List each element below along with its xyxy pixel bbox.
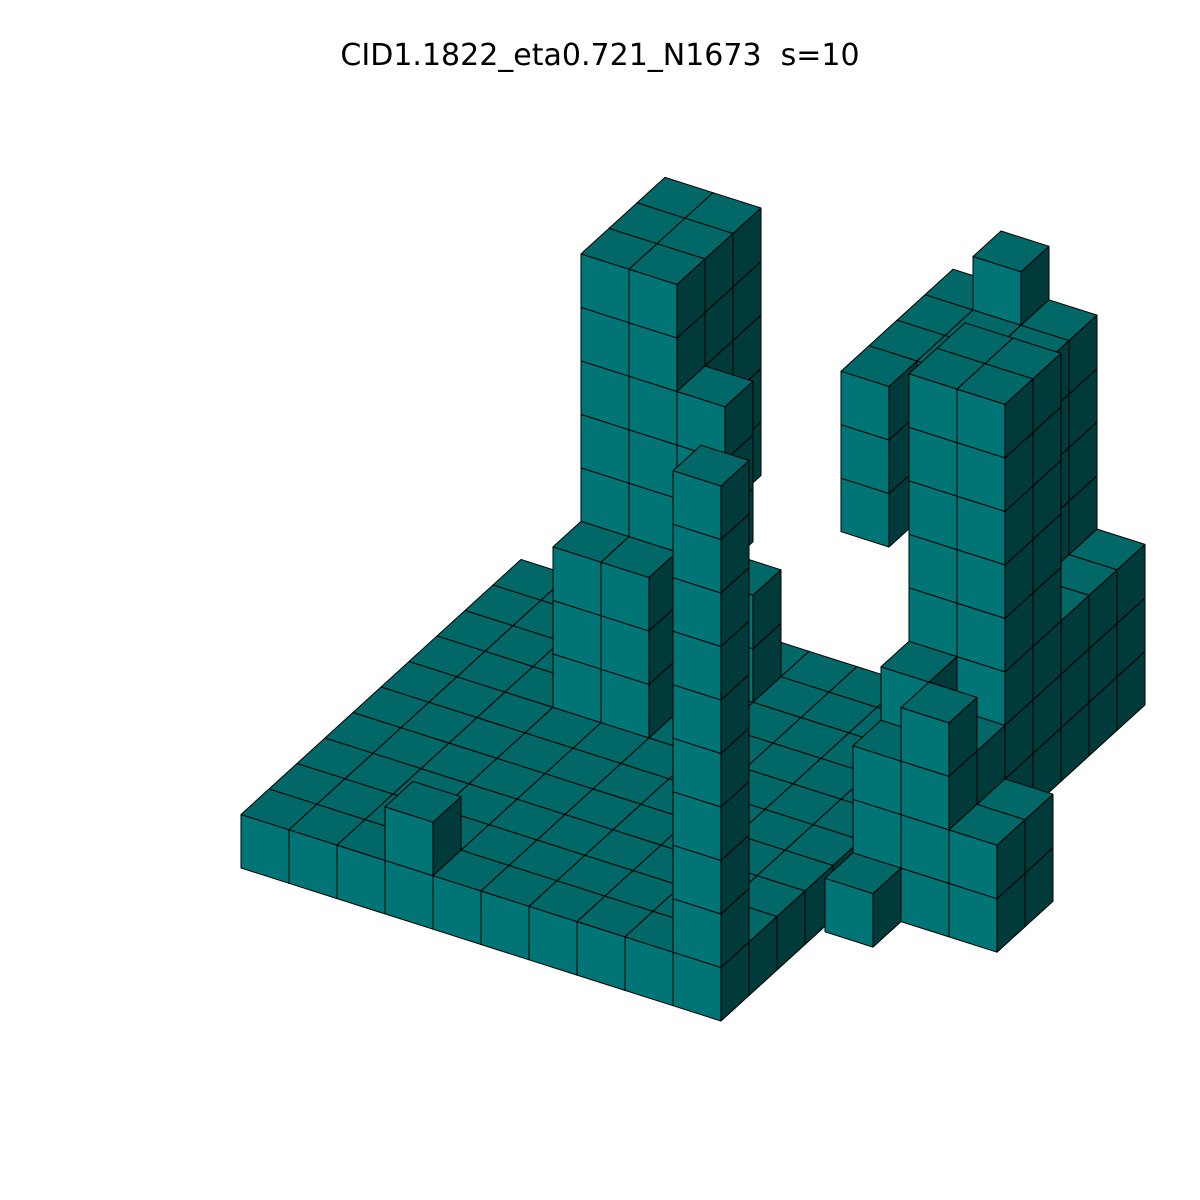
voxel-plot <box>240 176 1146 1022</box>
